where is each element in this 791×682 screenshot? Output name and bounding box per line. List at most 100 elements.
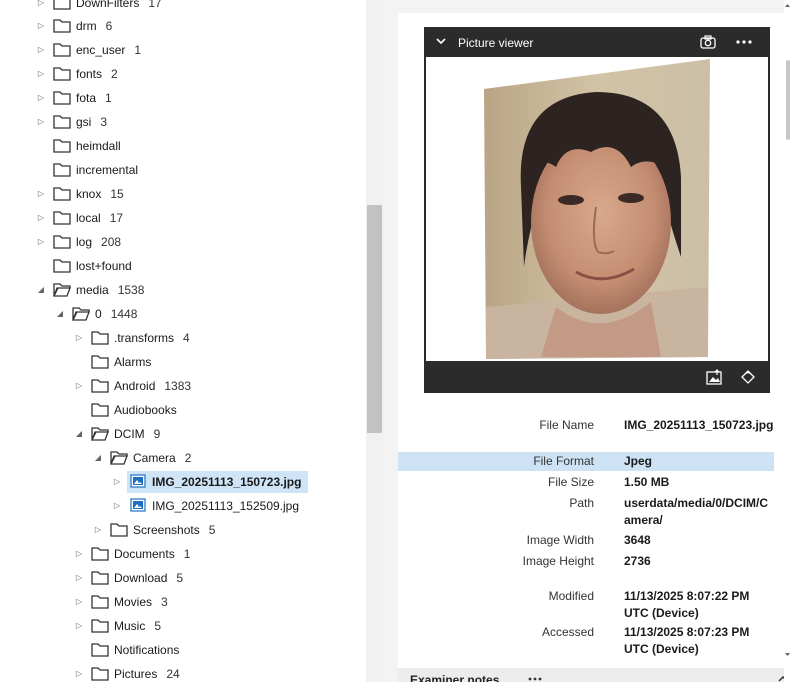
property-file-format[interactable]: File Format Jpeg	[398, 452, 784, 471]
folder-icon	[53, 67, 71, 81]
tree-label: Pictures	[114, 667, 158, 681]
tree-row-music[interactable]: ▷ Music 5	[0, 615, 366, 637]
tree-label: enc_user	[76, 43, 126, 57]
expand-icon[interactable]: ▷	[112, 501, 122, 511]
tree-row-dcim[interactable]: ◢ DCIM 9	[0, 423, 366, 445]
expand-icon[interactable]: ▷	[74, 333, 84, 343]
tree-row-img-152509[interactable]: ▷ IMG_20251113_152509.jpg	[0, 495, 366, 517]
tree-row-0[interactable]: ◢ 0 1448	[0, 303, 366, 325]
property-key: Accessed	[541, 625, 594, 639]
expand-icon[interactable]: ▷	[74, 573, 84, 583]
property-value: 3648	[624, 533, 651, 547]
export-image-icon[interactable]	[706, 369, 722, 385]
tree-row-img-150723-selected[interactable]: ▷ IMG_20251113_150723.jpg	[0, 471, 366, 493]
tree-row-transforms[interactable]: ▷ .transforms 4	[0, 327, 366, 349]
tree-row-download[interactable]: ▷ Download 5	[0, 567, 366, 589]
panel-splitter[interactable]	[384, 0, 398, 682]
tree-row-heimdall[interactable]: heimdall	[0, 135, 366, 157]
tree-row-documents[interactable]: ▷ Documents 1	[0, 543, 366, 565]
tree-row-gsi[interactable]: ▷ gsi 3	[0, 111, 366, 133]
tree-row-lost-found[interactable]: lost+found	[0, 255, 366, 277]
expand-icon[interactable]: ▷	[36, 69, 46, 79]
tree-row-drm[interactable]: ▷ drm 6	[0, 15, 366, 37]
tree-label: Movies	[114, 595, 153, 609]
expand-icon[interactable]: ▷	[36, 21, 46, 31]
expand-icon[interactable]: ▷	[74, 621, 84, 631]
tree-label: Documents	[114, 547, 175, 561]
expand-icon[interactable]: ▷	[36, 237, 46, 247]
tree-row-fonts[interactable]: ▷ fonts 2	[0, 63, 366, 85]
expand-icon[interactable]: ▷	[36, 93, 46, 103]
examiner-notes-header[interactable]: Examiner notes	[398, 668, 788, 682]
folder-open-icon	[53, 283, 71, 297]
picture-canvas[interactable]	[426, 57, 768, 361]
property-value: IMG_20251113_150723.jpg	[624, 418, 774, 432]
expand-icon[interactable]: ▷	[36, 213, 46, 223]
property-value: 11/13/2025 8:07:23 PM UTC (Device)	[624, 625, 750, 656]
expand-icon[interactable]: ▷	[112, 477, 122, 487]
tree-count: 5	[208, 523, 216, 537]
tree-row-alarms[interactable]: Alarms	[0, 351, 366, 373]
expand-icon[interactable]: ▷	[36, 45, 46, 55]
tree-label: DCIM	[114, 427, 145, 441]
more-options-icon[interactable]	[736, 40, 752, 44]
property-value: 1.50 MB	[624, 475, 670, 489]
collapse-icon[interactable]: ◢	[55, 309, 65, 319]
collapse-icon[interactable]: ◢	[93, 453, 103, 463]
tree-row-incremental[interactable]: incremental	[0, 159, 366, 181]
tree-row-media[interactable]: ◢ media 1538	[0, 279, 366, 301]
expand-icon[interactable]: ▷	[93, 525, 103, 535]
expand-icon[interactable]: ▷	[74, 597, 84, 607]
tree-label: IMG_20251113_150723.jpg	[152, 475, 302, 489]
tree-row-pictures[interactable]: ▷ Pictures 24	[0, 663, 366, 682]
expand-icon[interactable]: ▷	[74, 381, 84, 391]
tree-row-audiobooks[interactable]: Audiobooks	[0, 399, 366, 421]
tree-label: gsi	[76, 115, 92, 129]
tree-row-knox[interactable]: ▷ knox 15	[0, 183, 366, 205]
drag-handle-icon[interactable]	[528, 677, 542, 681]
tree-label: incremental	[76, 163, 139, 177]
tree-row-enc-user[interactable]: ▷ enc_user 1	[0, 39, 366, 61]
tree-row-screenshots[interactable]: ▷ Screenshots 5	[0, 519, 366, 541]
tree-row-notifications[interactable]: Notifications	[0, 639, 366, 661]
tree-label: Audiobooks	[114, 403, 177, 417]
expand-icon[interactable]: ▷	[36, 117, 46, 127]
tree-label: Camera	[133, 451, 176, 465]
tree-row-log[interactable]: ▷ log 208	[0, 231, 366, 253]
expand-icon[interactable]: ▷	[74, 549, 84, 559]
tree-label: Download	[114, 571, 168, 585]
details-scrollbar[interactable]	[784, 0, 791, 682]
tree-scrollbar-thumb[interactable]	[367, 205, 382, 433]
scroll-down-icon[interactable]	[784, 652, 791, 658]
folder-icon	[91, 355, 109, 369]
scroll-up-icon[interactable]	[784, 2, 791, 8]
tree-row-movies[interactable]: ▷ Movies 3	[0, 591, 366, 613]
folder-open-icon	[110, 451, 128, 465]
tree-label: 0	[95, 307, 102, 321]
chevron-down-icon[interactable]	[436, 38, 446, 46]
tree-row-android[interactable]: ▷ Android 1383	[0, 375, 366, 397]
tree-label: media	[76, 283, 109, 297]
camera-icon[interactable]	[700, 35, 716, 49]
tree-row-downfilters[interactable]: ▷ DownFilters 17	[0, 0, 366, 14]
tree-row-camera[interactable]: ◢ Camera 2	[0, 447, 366, 469]
image-file-icon	[130, 474, 146, 488]
property-key: File Size	[547, 475, 594, 489]
expand-icon[interactable]: ▷	[74, 669, 84, 679]
tree-row-local[interactable]: ▷ local 17	[0, 207, 366, 229]
tree-label: drm	[76, 19, 97, 33]
collapse-icon[interactable]: ◢	[74, 429, 84, 439]
property-key: Image Width	[526, 533, 594, 547]
expand-icon[interactable]: ▷	[36, 189, 46, 199]
expand-icon[interactable]: ▷	[36, 0, 46, 8]
tree-scrollbar[interactable]	[366, 0, 384, 682]
tree-row-fota[interactable]: ▷ fota 1	[0, 87, 366, 109]
folder-open-icon	[72, 307, 90, 321]
tree-label: knox	[76, 187, 102, 201]
details-scrollbar-thumb[interactable]	[786, 60, 790, 140]
property-key: File Format	[533, 454, 594, 468]
rotate-icon[interactable]	[740, 369, 756, 385]
folder-icon	[91, 595, 109, 609]
collapse-icon[interactable]: ◢	[36, 285, 46, 295]
tree-count: 3	[100, 115, 108, 129]
